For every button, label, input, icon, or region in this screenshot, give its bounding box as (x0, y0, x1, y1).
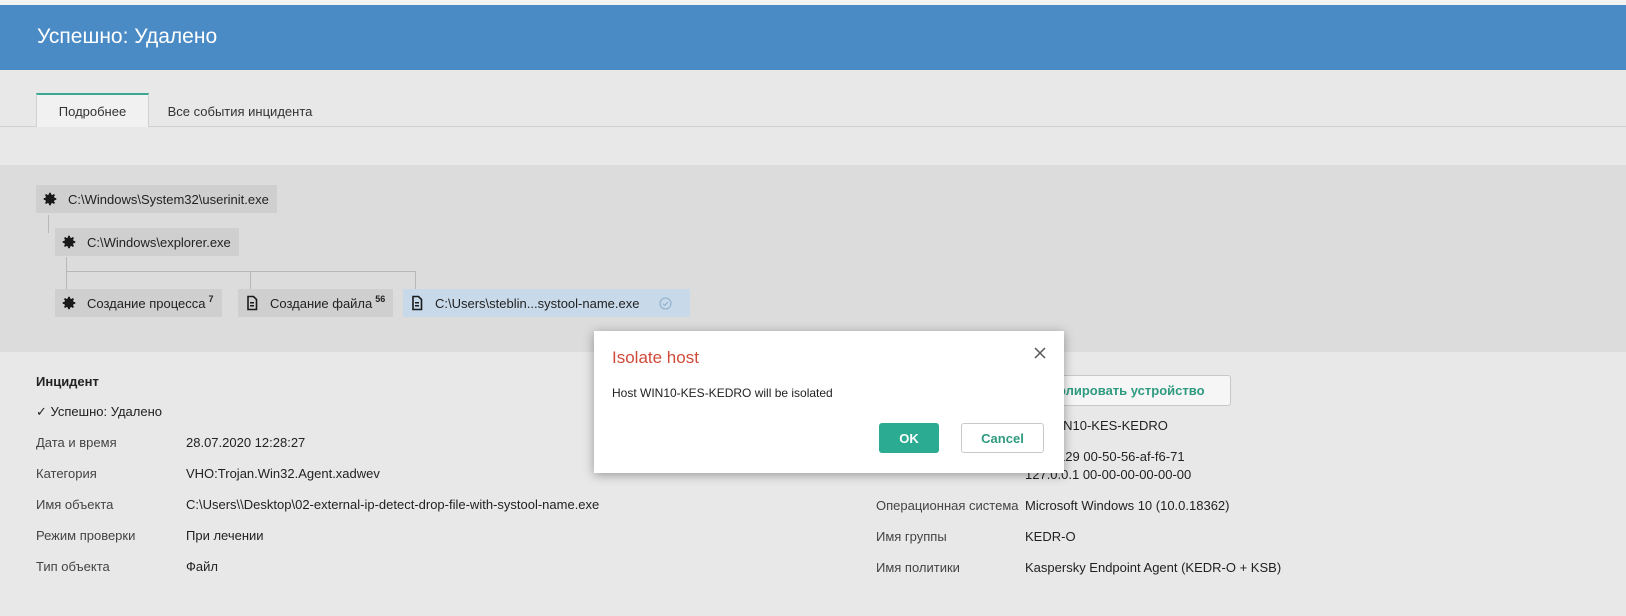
dialog-title: Isolate host (612, 348, 699, 367)
field-label-os: Операционная система (876, 498, 1019, 513)
field-label-object-type: Тип объекта (36, 559, 110, 574)
incident-section-title: Инцидент (36, 374, 99, 389)
gear-icon (61, 234, 77, 250)
gear-icon (61, 295, 77, 311)
tree-node-malicious-file[interactable]: C:\Users\steblin...systool-name.exe (403, 289, 690, 317)
event-count-badge: 56 (375, 294, 386, 304)
check-circle-icon (659, 297, 672, 310)
tree-connector (48, 215, 49, 233)
event-count-badge: 7 (208, 294, 214, 304)
page-header: Успешно: Удалено (0, 5, 1626, 70)
file-icon (244, 295, 260, 311)
tab-all-incident-events[interactable]: Все события инцидента (150, 95, 330, 127)
field-label-category: Категория (36, 466, 97, 481)
tree-node-label: C:\Users\steblin...systool-name.exe (435, 295, 640, 311)
tree-node-label: Создание файла (270, 295, 373, 311)
field-value-group: KEDR-O (1025, 529, 1076, 544)
field-value-object-name: C:\Users\\Desktop\02-external-ip-detect-… (186, 497, 600, 512)
field-label-group: Имя группы (876, 529, 947, 544)
tree-connector (415, 271, 416, 291)
close-icon[interactable] (1030, 343, 1050, 363)
isolate-device-button[interactable]: олировать устройство (1047, 375, 1231, 406)
tree-connector (66, 271, 416, 272)
field-label-policy: Имя политики (876, 560, 960, 575)
field-value-object-type: Файл (186, 559, 218, 574)
tree-node-file-creation[interactable]: Создание файла 56 (238, 289, 394, 317)
field-value-scan-mode: При лечении (186, 528, 264, 543)
tab-details[interactable]: Подробнее (36, 93, 149, 127)
cancel-button[interactable]: Cancel (961, 423, 1044, 453)
tree-node-label: C:\Windows\System32\userinit.exe (68, 191, 269, 207)
file-icon (409, 295, 425, 311)
page-title: Успешно: Удалено (37, 25, 218, 48)
ok-button[interactable]: OK (879, 423, 939, 453)
field-label-object-name: Имя объекта (36, 497, 114, 512)
field-label-datetime: Дата и время (36, 435, 117, 450)
tree-node-userinit[interactable]: C:\Windows\System32\userinit.exe (36, 185, 277, 213)
dialog-message: Host WIN10-KES-KEDRO will be isolated (612, 386, 833, 400)
tree-connector (66, 257, 67, 291)
field-label-scan-mode: Режим проверки (36, 528, 136, 543)
field-value-os: Microsoft Windows 10 (10.0.18362) (1025, 498, 1230, 513)
incident-status: ✓ Успешно: Удалено (36, 404, 163, 419)
isolate-host-dialog: Isolate host Host WIN10-KES-KEDRO will b… (594, 331, 1064, 473)
field-value-policy: Kaspersky Endpoint Agent (KEDR-O + KSB) (1025, 560, 1282, 575)
tree-node-label: C:\Windows\explorer.exe (87, 234, 231, 250)
field-value-category: VHO:Trojan.Win32.Agent.xadwev (186, 466, 380, 481)
tree-connector (250, 271, 251, 291)
tree-node-explorer[interactable]: C:\Windows\explorer.exe (55, 228, 239, 256)
field-value-datetime: 28.07.2020 12:28:27 (186, 435, 306, 450)
gear-icon (42, 191, 58, 207)
tree-node-label: Создание процесса (87, 295, 206, 311)
tree-node-process-creation[interactable]: Создание процесса 7 (55, 289, 222, 317)
